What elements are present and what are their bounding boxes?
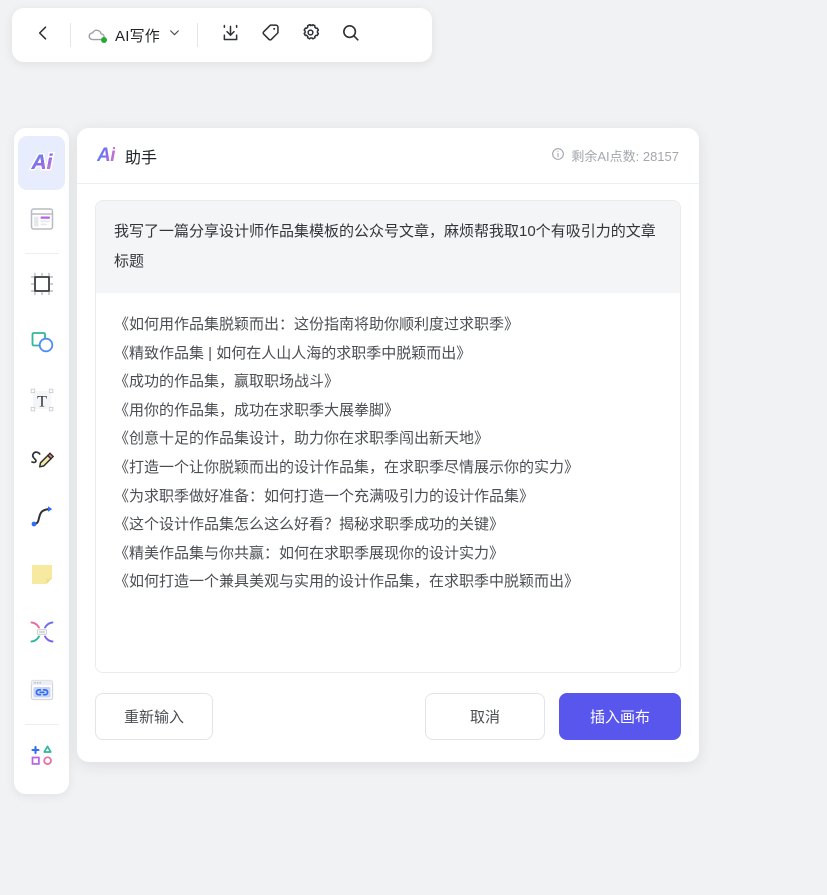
list-item: 《打造一个让你脱颖而出的设计作品集，在求职季尽情展示你的实力》	[114, 458, 580, 476]
ai-logo: Ai	[97, 144, 116, 166]
ai-panel-footer: 重新输入 取消 插入画布	[77, 673, 699, 762]
search-button[interactable]	[334, 18, 368, 52]
list-item: 《用你的作品集，成功在求职季大展拳脚》	[114, 401, 400, 419]
chevron-down-icon	[168, 26, 181, 44]
ai-points-indicator[interactable]: 剩余AI点数: 28157	[551, 146, 679, 165]
text-icon: T	[27, 385, 57, 420]
cloud-sync-icon	[87, 26, 107, 44]
svg-text:Ai: Ai	[30, 151, 53, 174]
sidebar-divider-2	[24, 724, 59, 725]
sidebar-item-template[interactable]	[18, 194, 65, 248]
ai-panel-header: Ai 助手 剩余AI点数: 28157	[77, 128, 699, 184]
ai-assistant-panel: Ai 助手 剩余AI点数: 28157 我写了一篇分享设计师作品集模板的公众号文…	[77, 128, 699, 762]
search-icon	[340, 22, 361, 48]
template-icon	[27, 204, 57, 239]
sidebar-item-pen-curve[interactable]	[18, 491, 65, 545]
pencil-icon	[27, 443, 57, 478]
list-item: 《精致作品集 | 如何在人山人海的求职季中脱颖而出》	[114, 344, 472, 362]
gear-icon	[300, 22, 321, 48]
pen-curve-icon	[27, 501, 57, 536]
ai-panel-body: 我写了一篇分享设计师作品集模板的公众号文章，麻烦帮我取10个有吸引力的文章标题 …	[77, 184, 699, 673]
page-title: 助手	[125, 149, 158, 167]
document-title: AI写作	[115, 27, 160, 45]
connector-icon	[27, 617, 57, 652]
sync-status-dot	[101, 37, 107, 43]
list-item: 《精美作品集与你共赢：如何在求职季展现你的设计实力》	[114, 544, 505, 562]
list-item: 《成功的作品集，赢取职场战斗》	[114, 373, 340, 391]
user-prompt-text: 我写了一篇分享设计师作品集模板的公众号文章，麻烦帮我取10个有吸引力的文章标题	[96, 201, 680, 293]
chevron-left-icon	[33, 23, 53, 48]
cancel-button[interactable]: 取消	[425, 693, 545, 740]
download-icon	[220, 22, 241, 48]
sidebar-divider-1	[24, 253, 59, 254]
insert-to-canvas-button[interactable]: 插入画布	[559, 693, 681, 740]
footer-action-group: 取消 插入画布	[425, 693, 681, 740]
info-circle-icon	[551, 147, 565, 164]
sidebar-item-connector[interactable]	[18, 607, 65, 661]
app-canvas: AI写作 Ai Ai T Ai 助手 剩余AI点数: 28157 我写了一篇分享…	[0, 0, 827, 895]
tag-button[interactable]	[254, 18, 288, 52]
back-button[interactable]	[26, 18, 60, 52]
list-item: 《如何打造一个兼具美观与实用的设计作品集，在求职季中脱颖而出》	[114, 573, 580, 591]
list-item: 《如何用作品集脱颖而出：这份指南将助你顺利度过求职季》	[114, 316, 520, 333]
frame-icon	[27, 269, 57, 304]
ai-points-label: 剩余AI点数: 28157	[571, 149, 679, 164]
conversation-container: 我写了一篇分享设计师作品集模板的公众号文章，麻烦帮我取10个有吸引力的文章标题 …	[95, 200, 681, 673]
list-item: 《创意十足的作品集设计，助力你在求职季闯出新天地》	[114, 430, 490, 448]
ai-response-list: 《如何用作品集脱颖而出：这份指南将助你顺利度过求职季》 《精致作品集 | 如何在…	[96, 293, 680, 672]
sticky-note-icon	[27, 559, 57, 594]
sidebar-item-embed-link[interactable]	[18, 665, 65, 719]
settings-button[interactable]	[294, 18, 328, 52]
sidebar-item-text[interactable]: T	[18, 375, 65, 429]
sidebar-item-more-shapes[interactable]	[18, 730, 65, 784]
sidebar-item-sticky-note[interactable]	[18, 549, 65, 603]
import-button[interactable]	[214, 18, 248, 52]
sidebar-item-frame[interactable]	[18, 259, 65, 313]
sidebar-item-ai-assistant[interactable]: Ai Ai	[18, 136, 65, 190]
document-title-chip[interactable]: AI写作	[81, 21, 187, 50]
svg-text:T: T	[37, 393, 47, 410]
shape-icon	[27, 327, 57, 362]
toolbar-divider-2	[196, 23, 198, 47]
ai-icon: Ai Ai	[26, 145, 58, 182]
sidebar-item-shape[interactable]	[18, 317, 65, 371]
more-shapes-icon	[27, 740, 57, 775]
toolbar-divider-1	[70, 23, 71, 47]
sidebar-item-pencil[interactable]	[18, 433, 65, 487]
list-item: 《这个设计作品集怎么这么好看？揭秘求职季成功的关键》	[114, 516, 505, 534]
left-tool-sidebar: Ai Ai T	[14, 128, 69, 794]
link-embed-icon	[27, 675, 57, 710]
retry-input-button[interactable]: 重新输入	[95, 693, 213, 740]
top-toolbar: AI写作	[12, 8, 432, 62]
list-item: 《为求职季做好准备：如何打造一个充满吸引力的设计作品集》	[114, 487, 535, 505]
ai-panel-title-group: Ai 助手	[97, 144, 157, 168]
tag-icon	[260, 22, 281, 48]
